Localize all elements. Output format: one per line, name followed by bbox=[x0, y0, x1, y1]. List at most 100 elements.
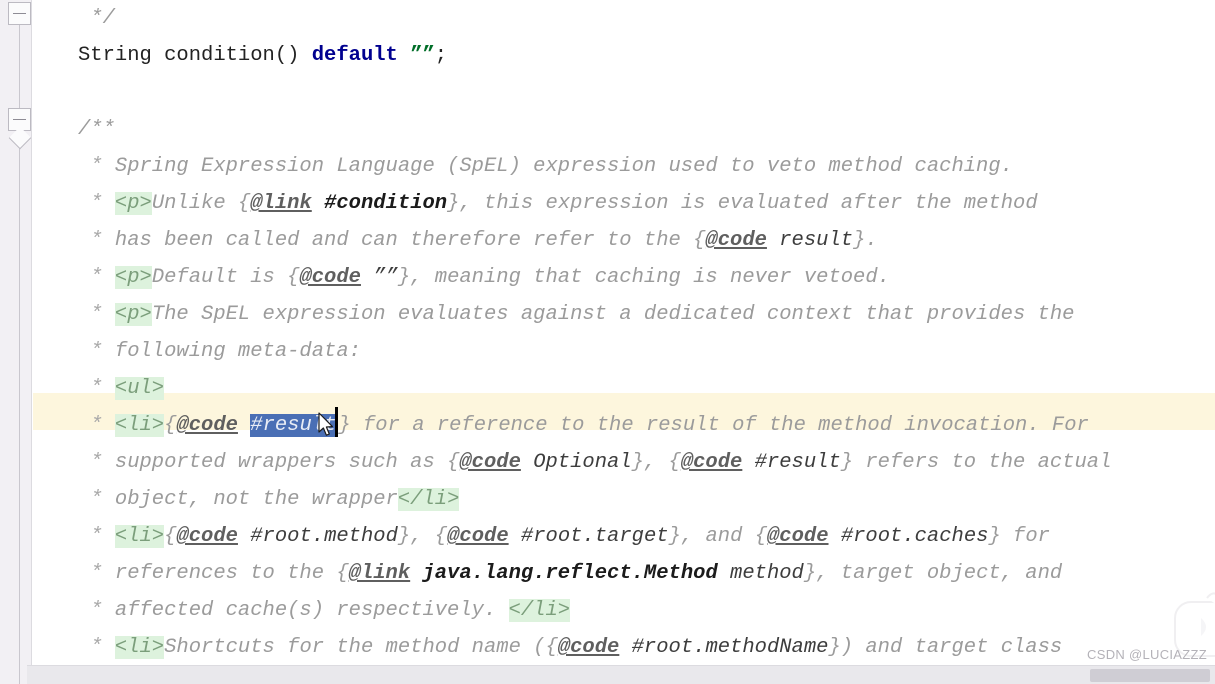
code-token: <p> bbox=[114, 303, 152, 326]
code-token: * bbox=[78, 414, 115, 437]
code-token: java.lang.reflect.Method bbox=[422, 562, 718, 585]
code-line[interactable]: * <li>Shortcuts for the method name ({@c… bbox=[33, 629, 1215, 666]
code-line[interactable]: * Spring Expression Language (SpEL) expr… bbox=[33, 148, 1215, 185]
code-token: @code bbox=[767, 525, 829, 548]
code-token: @code bbox=[557, 636, 620, 659]
code-token: * bbox=[78, 599, 115, 622]
code-line[interactable]: * following meta-data: bbox=[33, 333, 1215, 370]
code-token: * bbox=[78, 636, 115, 659]
code-token: @code bbox=[680, 451, 743, 474]
code-token: }, bbox=[397, 525, 435, 548]
code-token: * bbox=[78, 192, 115, 215]
code-token: <li> bbox=[114, 414, 165, 437]
code-token: @code bbox=[459, 451, 521, 474]
code-token: <p> bbox=[114, 266, 152, 289]
code-token: object, not the wrapper bbox=[114, 488, 398, 511]
code-token: @code bbox=[176, 525, 238, 548]
code-token: @code bbox=[299, 266, 361, 289]
code-token: { bbox=[434, 525, 448, 548]
code-line[interactable]: /** bbox=[33, 111, 1215, 148]
code-token: * bbox=[78, 488, 115, 511]
code-token: } bbox=[338, 414, 351, 437]
code-token: supported wrappers such as bbox=[114, 451, 448, 474]
code-token: */ bbox=[78, 7, 115, 30]
code-token: references to the bbox=[114, 562, 337, 585]
code-lines[interactable]: */ String condition() default ””; /** * S… bbox=[33, 0, 1215, 684]
code-token: }, target object, and bbox=[803, 562, 1063, 585]
code-token: @code bbox=[705, 229, 767, 252]
code-line[interactable] bbox=[33, 74, 1215, 111]
code-token: } refers to the actual bbox=[840, 451, 1112, 474]
code-token: Spring Expression Language (SpEL) expres… bbox=[114, 155, 1013, 178]
code-token: <li> bbox=[114, 525, 165, 548]
code-line[interactable]: * references to the {@link java.lang.ref… bbox=[33, 555, 1215, 592]
code-token: * bbox=[78, 155, 115, 178]
code-line[interactable]: * object, not the wrapper</li> bbox=[33, 481, 1215, 518]
code-token: * bbox=[78, 303, 115, 326]
code-line[interactable]: * <p>Unlike {@link #condition}, this exp… bbox=[33, 185, 1215, 222]
code-line[interactable]: String condition() default ””; bbox=[33, 37, 1215, 74]
code-token: { bbox=[287, 266, 300, 289]
code-line[interactable]: * affected cache(s) respectively. </li> bbox=[33, 592, 1215, 629]
code-token: #condition bbox=[324, 192, 448, 215]
code-token: { bbox=[336, 562, 349, 585]
fold-region-end-marker[interactable] bbox=[8, 108, 31, 131]
code-line[interactable]: * has been called and can therefore refe… bbox=[33, 222, 1215, 259]
code-token: method bbox=[717, 562, 804, 585]
fold-region-start-marker[interactable] bbox=[8, 2, 31, 25]
code-token: #root.methodName bbox=[619, 636, 829, 659]
code-token: result bbox=[766, 229, 854, 252]
code-token: }, meaning that caching is never vetoed. bbox=[397, 266, 890, 289]
code-token: ”” bbox=[360, 266, 398, 289]
code-line[interactable]: * <p>Default is {@code ””}, meaning that… bbox=[33, 259, 1215, 296]
code-token: @code bbox=[447, 525, 509, 548]
code-line[interactable]: * <ul> bbox=[33, 370, 1215, 407]
code-token: <li> bbox=[114, 636, 165, 659]
code-token: Shortcuts for the method name ( bbox=[164, 636, 546, 659]
code-token: for a reference to the result of the met… bbox=[350, 414, 1089, 437]
code-token: has been called and can therefore refer … bbox=[114, 229, 694, 252]
code-text-area[interactable]: */ String condition() default ””; /** * S… bbox=[33, 0, 1215, 684]
code-token: @link bbox=[250, 192, 312, 215]
code-token: * bbox=[78, 266, 115, 289]
code-token: * bbox=[78, 377, 115, 400]
code-token: The SpEL expression evaluates against a … bbox=[151, 303, 1075, 326]
code-token: { bbox=[164, 525, 177, 548]
minus-icon bbox=[13, 119, 26, 120]
code-token: Optional bbox=[520, 451, 632, 474]
code-token: { bbox=[668, 451, 681, 474]
code-token: { bbox=[754, 525, 767, 548]
code-line[interactable]: * <li>{@code #root.method}, {@code #root… bbox=[33, 518, 1215, 555]
horizontal-scrollbar[interactable] bbox=[27, 665, 1215, 684]
code-token: /** bbox=[78, 118, 115, 141]
code-token: { bbox=[164, 414, 177, 437]
code-token: #root.method bbox=[237, 525, 398, 548]
code-line[interactable]: * <p>The SpEL expression evaluates again… bbox=[33, 296, 1215, 333]
code-line[interactable]: * supported wrappers such as {@code Opti… bbox=[33, 444, 1215, 481]
code-token: * bbox=[78, 451, 115, 474]
code-token: * bbox=[78, 340, 115, 363]
code-token: following meta-data: bbox=[114, 340, 361, 363]
code-line[interactable]: * <li>{@code #result} for a reference to… bbox=[33, 407, 1215, 444]
code-token: #result bbox=[742, 451, 841, 474]
code-token: } bbox=[447, 192, 460, 215]
code-token: { bbox=[237, 192, 251, 215]
code-token: Unlike bbox=[151, 192, 238, 215]
code-line[interactable]: */ bbox=[33, 0, 1215, 37]
horizontal-scrollbar-thumb[interactable] bbox=[1090, 669, 1210, 682]
code-token: #root.caches bbox=[828, 525, 989, 548]
editor-gutter[interactable] bbox=[0, 0, 32, 684]
code-token: affected cache(s) respectively. bbox=[114, 599, 509, 622]
code-token: <ul> bbox=[114, 377, 165, 400]
code-token: #root.target bbox=[508, 525, 669, 548]
code-token: }. bbox=[853, 229, 878, 252]
code-token: } for bbox=[988, 525, 1050, 548]
code-token: }, bbox=[631, 451, 669, 474]
code-editor[interactable]: */ String condition() default ””; /** * S… bbox=[0, 0, 1215, 684]
code-token: @code bbox=[176, 414, 238, 437]
code-token: </li> bbox=[508, 599, 571, 622]
